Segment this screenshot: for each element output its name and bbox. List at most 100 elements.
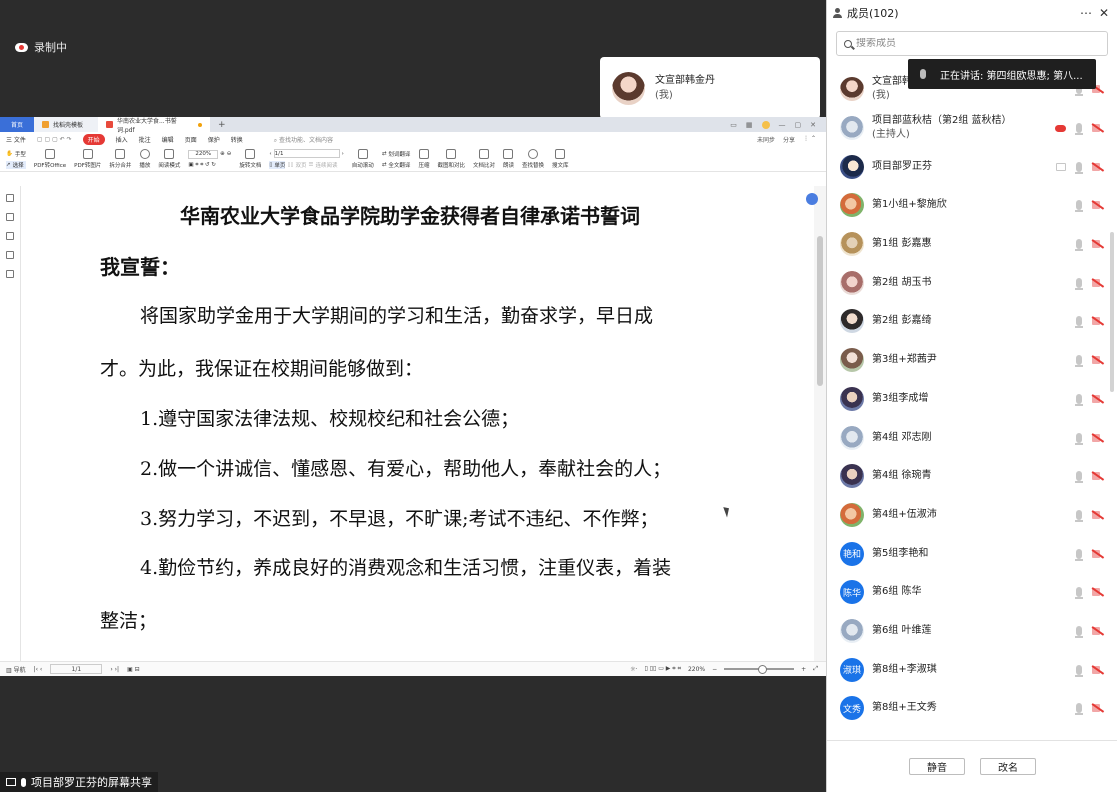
mic-icon[interactable] — [1075, 123, 1083, 136]
search-lib-button[interactable]: 搜文库 — [552, 149, 569, 169]
double-page-button[interactable]: ▯▯ 双页 — [287, 161, 306, 169]
camera-off-icon[interactable] — [1092, 124, 1104, 133]
close-icon[interactable]: ✕ — [810, 121, 816, 129]
rename-button[interactable]: 改名 — [980, 758, 1036, 775]
member-search-input[interactable] — [856, 38, 1076, 49]
mic-icon[interactable] — [1075, 587, 1083, 600]
mic-icon[interactable] — [1075, 316, 1083, 329]
scroll-thumb[interactable] — [817, 236, 823, 386]
member-row[interactable]: 第4组 邓志刚 — [827, 418, 1117, 457]
continuous-button[interactable]: ☰ 连续阅读 — [309, 161, 338, 169]
zoom-in-icon[interactable]: ⊕ — [220, 151, 225, 157]
camera-off-icon[interactable] — [1092, 278, 1104, 287]
member-row[interactable]: 第1组 彭嘉惠 — [827, 225, 1117, 264]
camera-off-icon[interactable] — [1092, 356, 1104, 365]
compress-button[interactable]: 压缩 — [418, 149, 429, 169]
fit-page-icons[interactable]: ▣ ⊟ — [127, 666, 140, 673]
menu-protect[interactable]: 保护 — [208, 135, 220, 144]
menu-file[interactable]: 三 文件 — [6, 135, 26, 144]
member-search-box[interactable] — [836, 31, 1108, 56]
stamp-icon[interactable] — [6, 270, 14, 278]
member-row[interactable]: 文秀 第8组+王文秀 — [827, 689, 1117, 728]
mute-all-button[interactable]: 静音 — [909, 758, 965, 775]
pdf-to-image-button[interactable]: PDF转图片 — [74, 149, 101, 169]
mic-icon[interactable] — [1075, 355, 1083, 368]
mic-icon[interactable] — [1075, 161, 1083, 174]
read-mode-button[interactable]: 阅读模式 — [158, 149, 180, 169]
member-row[interactable]: 项目部蓝秋桔（第2组 蓝秋桔） (主持人) — [827, 109, 1117, 148]
menu-insert[interactable]: 插入 — [116, 135, 128, 144]
rotate-doc-button[interactable]: 旋转文档 — [239, 149, 261, 169]
status-page-input[interactable]: 1/1 — [50, 664, 103, 674]
comment-icon[interactable] — [6, 232, 14, 240]
read-aloud-button[interactable]: 朗读 — [503, 149, 514, 169]
member-row[interactable]: 第2组 胡玉书 — [827, 263, 1117, 302]
fit-icons[interactable]: ▣ ⌗ ⌗ ↺ ↻ — [188, 162, 231, 169]
member-row[interactable]: 项目部罗正芬 — [827, 147, 1117, 186]
camera-off-icon[interactable] — [1092, 549, 1104, 558]
more-icon[interactable]: ⋮ ⌃ — [803, 135, 816, 144]
nav-toggle[interactable]: ▥ 导航 — [6, 665, 26, 674]
tab-pdf-document[interactable]: 华南农业大学食...书誓词.pdf — [98, 117, 210, 134]
auto-scroll-button[interactable]: 自动滚动 — [352, 149, 374, 169]
menu-convert[interactable]: 转换 — [231, 135, 243, 144]
screenshot-compare-button[interactable]: 截图和对比 — [437, 149, 465, 169]
single-page-button[interactable]: ▯ 单页 — [269, 161, 286, 169]
camera-off-icon[interactable] — [1092, 394, 1104, 403]
attachment-icon[interactable] — [6, 251, 14, 259]
mic-icon[interactable] — [1075, 200, 1083, 213]
camera-off-icon[interactable] — [1092, 433, 1104, 442]
mic-icon[interactable] — [1075, 548, 1083, 561]
more-options-icon[interactable]: ⋯ — [1080, 6, 1092, 20]
zoom-in-icon[interactable]: + — [801, 666, 806, 673]
minimize-icon[interactable]: — — [779, 121, 786, 129]
first-page-icon[interactable]: |‹ ‹ — [34, 666, 43, 673]
camera-off-icon[interactable] — [1092, 162, 1104, 171]
member-row[interactable]: 第4组 徐琬青 — [827, 457, 1117, 496]
split-merge-button[interactable]: 拆分合并 — [109, 149, 131, 169]
grid-icon[interactable]: ▦ — [746, 121, 753, 129]
camera-off-icon[interactable] — [1092, 472, 1104, 481]
mic-icon[interactable] — [1075, 625, 1083, 638]
zoom-select[interactable]: 220% — [188, 149, 219, 159]
close-panel-icon[interactable]: ✕ — [1099, 6, 1109, 20]
mic-icon[interactable] — [1075, 239, 1083, 252]
menu-search[interactable]: ⌕ 查找功能、文档内容 — [274, 135, 333, 145]
prev-page-icon[interactable]: ‹ — [269, 151, 271, 157]
camera-off-icon[interactable] — [1092, 626, 1104, 635]
camera-off-icon[interactable] — [1092, 201, 1104, 210]
play-button[interactable]: 播放 — [139, 149, 150, 169]
member-row[interactable]: 第3组+郑茜尹 — [827, 341, 1117, 380]
member-row[interactable]: 淑琪 第8组+李淑琪 — [827, 650, 1117, 689]
camera-off-icon[interactable] — [1092, 240, 1104, 249]
maximize-icon[interactable]: ▢ — [795, 121, 802, 129]
camera-off-icon[interactable] — [1092, 704, 1104, 713]
find-replace-button[interactable]: 查找替换 — [522, 149, 544, 169]
member-row[interactable]: 第6组 叶维莲 — [827, 612, 1117, 651]
bookmark-icon[interactable] — [6, 194, 14, 202]
thumbnail-icon[interactable] — [6, 213, 14, 221]
member-row[interactable]: 第2组 彭嘉绮 — [827, 302, 1117, 341]
select-tool[interactable]: ➚ 选择 — [6, 160, 26, 169]
member-row[interactable]: 第3组李成增 — [827, 380, 1117, 419]
menu-edit[interactable]: 编辑 — [162, 135, 174, 144]
menu-annotate[interactable]: 批注 — [139, 135, 151, 144]
menu-quick-icons[interactable]: ▢ ▢ ▢ ↶ ↷ — [37, 136, 72, 143]
pdf-to-office-button[interactable]: PDF转Office — [34, 149, 66, 169]
status-zoom[interactable]: 220% — [688, 666, 705, 673]
last-page-icon[interactable]: › ›| — [110, 666, 119, 673]
menu-page[interactable]: 页面 — [185, 135, 197, 144]
mic-icon[interactable] — [1075, 471, 1083, 484]
user-avatar-icon[interactable] — [761, 120, 770, 129]
view-mode-icons[interactable]: ▯ ▯▯ ▭ ▶ ⌗ ⌗ — [644, 665, 680, 673]
share-button[interactable]: 分享 — [783, 135, 795, 144]
assistant-icon[interactable] — [806, 193, 818, 205]
vertical-scrollbar[interactable] — [814, 186, 826, 661]
member-row[interactable]: 第4组+伍淑沛 — [827, 496, 1117, 535]
theme-icon[interactable]: ☼· — [630, 666, 637, 673]
camera-off-icon[interactable] — [1092, 510, 1104, 519]
doc-compare-button[interactable]: 文档比对 — [473, 149, 495, 169]
mic-icon[interactable] — [1075, 277, 1083, 290]
word-translate-button[interactable]: ⇄ 划词翻译 — [382, 150, 411, 158]
sync-status[interactable]: 未同步 — [757, 135, 775, 144]
